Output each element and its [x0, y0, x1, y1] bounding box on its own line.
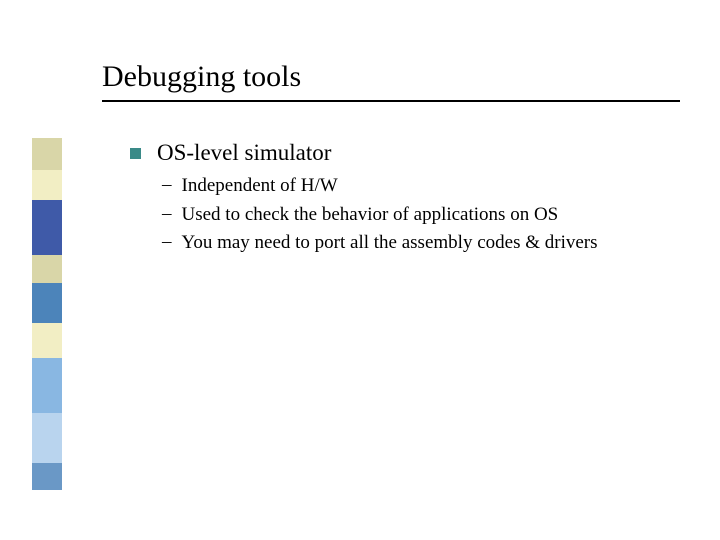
bullet-level2-group: – Independent of H/W – Used to check the… — [162, 174, 680, 256]
bullet-level1: OS-level simulator — [130, 140, 680, 166]
bullet-level2-text: Independent of H/W — [182, 174, 338, 199]
sidebar-block — [32, 200, 62, 255]
decorative-sidebar — [32, 138, 62, 490]
sidebar-block — [32, 138, 62, 170]
sidebar-block — [32, 323, 62, 358]
bullet-level2: – You may need to port all the assembly … — [162, 231, 680, 256]
sidebar-block — [32, 170, 62, 200]
bullet-level1-text: OS-level simulator — [157, 140, 331, 166]
square-bullet-icon — [130, 148, 141, 159]
dash-bullet-icon: – — [162, 174, 172, 196]
sidebar-block — [32, 255, 62, 283]
bullet-level2-text: Used to check the behavior of applicatio… — [182, 203, 559, 228]
dash-bullet-icon: – — [162, 231, 172, 253]
dash-bullet-icon: – — [162, 203, 172, 225]
bullet-level2: – Independent of H/W — [162, 174, 680, 199]
sidebar-block — [32, 413, 62, 463]
bullet-level2: – Used to check the behavior of applicat… — [162, 203, 680, 228]
sidebar-block — [32, 283, 62, 323]
sidebar-block — [32, 358, 62, 413]
slide-content: Debugging tools OS-level simulator – Ind… — [102, 60, 680, 260]
bullet-level2-text: You may need to port all the assembly co… — [182, 231, 598, 256]
sidebar-block — [32, 463, 62, 490]
slide-title: Debugging tools — [102, 60, 680, 102]
